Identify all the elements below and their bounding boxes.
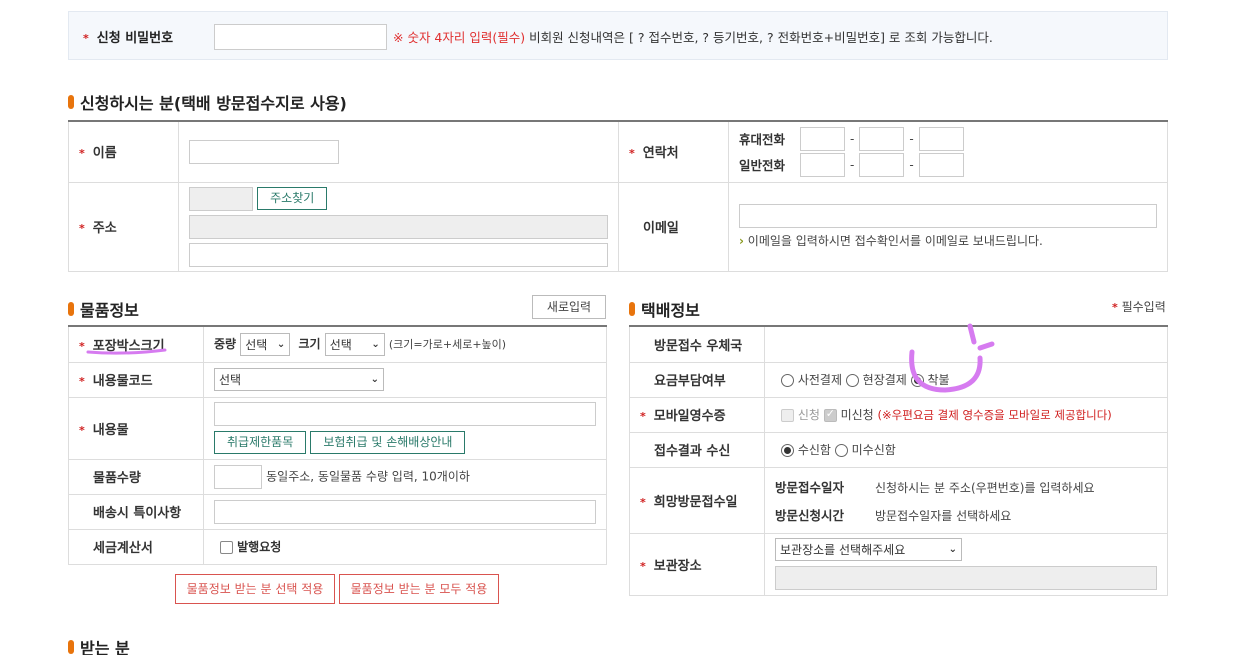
- name-input[interactable]: [189, 139, 339, 164]
- phone-input-1[interactable]: [800, 152, 845, 177]
- chevron-down-icon: ⌄: [370, 374, 379, 385]
- email-note: › 이메일을 입력하시면 접수확인서를 이메일로 보내드립니다.: [739, 234, 1043, 248]
- find-address-button[interactable]: 주소찾기: [257, 187, 328, 210]
- phone-row: 일반전화 - -: [739, 152, 1167, 177]
- required-note: * 필수입력: [1112, 300, 1166, 314]
- password-label: * 신청 비밀번호: [83, 31, 174, 46]
- receipt-not-apply-checkbox[interactable]: [823, 407, 837, 422]
- email-label-cell: 이메일: [618, 181, 729, 272]
- receipt-apply-checkbox[interactable]: [781, 409, 794, 422]
- mobile-row: 휴대전화 - -: [739, 126, 1167, 151]
- chevron-down-icon: ⌄: [948, 544, 957, 555]
- phone-input-3[interactable]: [918, 152, 964, 177]
- storage-select[interactable]: 보관장소를 선택해주세요 ⌄: [775, 538, 962, 561]
- content-input[interactable]: [214, 402, 596, 426]
- password-hint: ※ 숫자 4자리 입력(필수) 비회원 신청내역은 [ ? 접수번호, ? 등기…: [393, 30, 993, 45]
- mobile-input-1[interactable]: [800, 126, 845, 151]
- size-select[interactable]: 선택 ⌄: [324, 332, 385, 356]
- restricted-items-button[interactable]: 취급제한품목: [214, 431, 307, 454]
- post-office-label-cell: 방문접수 우체국: [629, 325, 765, 363]
- address-input[interactable]: [189, 214, 608, 239]
- tax-invoice-checkbox[interactable]: [220, 541, 233, 554]
- fee-label-cell: 요금부담여부: [629, 361, 765, 398]
- fee-prepaid-radio[interactable]: [781, 374, 794, 387]
- delivery-note-label-cell: 배송시 특이사항: [68, 493, 204, 530]
- insurance-info-button[interactable]: 보험취급 및 손해배상안내: [310, 431, 466, 454]
- visit-date-label-cell: * 희망방문접수일: [629, 466, 765, 534]
- mobile-input-3[interactable]: [918, 126, 964, 151]
- apply-selected-button[interactable]: 물품정보 받는 분 선택 적용: [175, 574, 335, 604]
- password-input[interactable]: [214, 24, 387, 50]
- result-label-cell: 접수결과 수신: [629, 431, 765, 468]
- address-detail-input[interactable]: [189, 242, 608, 267]
- arrow-icon: ›: [739, 234, 744, 248]
- contact-label-cell: * 연락처: [618, 120, 729, 183]
- highlight-underline: [86, 348, 167, 355]
- quantity-label-cell: 물품수량: [68, 458, 204, 495]
- chevron-down-icon: ⌄: [371, 338, 380, 350]
- mobile-receipt-label-cell: * 모바일영수증: [629, 396, 765, 433]
- result-receive-radio[interactable]: [781, 444, 794, 457]
- mobile-input-2[interactable]: [859, 126, 905, 151]
- quantity-input[interactable]: [214, 464, 262, 489]
- content-label-cell: * 내용물: [68, 396, 204, 460]
- chevron-down-icon: ⌄: [276, 338, 286, 350]
- delivery-note-input[interactable]: [214, 499, 596, 524]
- highlight-annotation: [909, 323, 995, 393]
- weight-select[interactable]: 선택 ⌄: [240, 332, 291, 356]
- goods-section-title: 물품정보: [68, 297, 139, 321]
- name-label-cell: * 이름: [68, 120, 179, 183]
- email-input[interactable]: [739, 204, 1157, 228]
- fee-onsite-radio[interactable]: [845, 374, 859, 387]
- phone-input-2[interactable]: [859, 152, 905, 177]
- apply-all-button[interactable]: 물품정보 받는 분 모두 적용: [339, 574, 499, 604]
- applicant-section-title: 신청하시는 분(택배 방문접수지로 사용): [68, 90, 347, 114]
- address-label-cell: * 주소: [68, 181, 179, 272]
- storage-label-cell: * 보관장소: [629, 532, 765, 596]
- delivery-section-title: 택배정보: [629, 297, 700, 321]
- delivery-table: 방문접수 우체국 요금부담여부 사전결제 현장결제 착불 * 모바일영수증 신청 …: [629, 325, 1168, 596]
- password-section: * 신청 비밀번호 ※ 숫자 4자리 입력(필수) 비회원 신청내역은 [ ? 접…: [68, 11, 1168, 60]
- goods-table: * 포장박스크기 중량 선택 ⌄ 크기 선택 ⌄ (크기=가로+세로+높이) * 내용물…: [68, 325, 607, 565]
- zipcode-input[interactable]: [189, 186, 253, 211]
- content-code-label-cell: * 내용물코드: [68, 361, 204, 398]
- tax-invoice-label-cell: 세금계산서: [68, 528, 204, 565]
- result-not-receive-radio[interactable]: [834, 444, 848, 457]
- storage-detail-input[interactable]: [775, 566, 1157, 590]
- content-code-select[interactable]: 선택 ⌄: [214, 368, 384, 391]
- receiver-section-title: 받는 분: [68, 635, 130, 655]
- applicant-table: * 이름 * 연락처 휴대전화 - - 일반전화 - - * 주소 주소찾기 이…: [68, 120, 1168, 272]
- new-input-button[interactable]: 새로입력: [532, 295, 606, 319]
